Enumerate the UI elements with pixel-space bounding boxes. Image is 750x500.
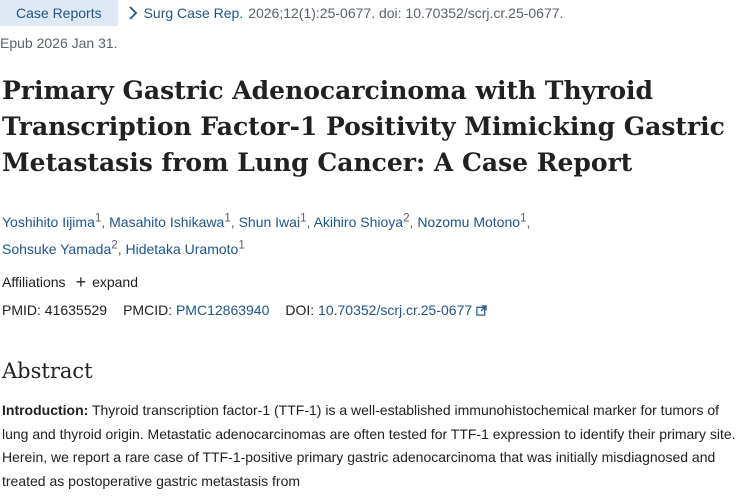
author-list: Yoshihito Iijima1, Masahito Ishikawa1, S…: [2, 206, 742, 261]
abstract-introduction: Introduction: Thyroid transcription fact…: [2, 399, 740, 493]
chevron-right-icon[interactable]: [128, 6, 138, 20]
affiliation-marker[interactable]: 1: [238, 239, 244, 252]
journal-link[interactable]: Surg Case Rep.: [144, 0, 244, 26]
affiliations-label: Affiliations: [2, 274, 66, 290]
author-link[interactable]: Akihiro Shioya: [314, 214, 404, 230]
author-item: Masahito Ishikawa1,: [109, 211, 239, 230]
author-link[interactable]: Yoshihito Iijima: [2, 214, 95, 230]
author-link[interactable]: Nozomu Motono: [417, 214, 520, 230]
abstract-heading: Abstract: [2, 359, 93, 383]
introduction-text: Thyroid transcription factor-1 (TTF-1) i…: [2, 402, 736, 489]
epub-date: Epub 2026 Jan 31.: [0, 35, 118, 51]
author-link[interactable]: Masahito Ishikawa: [109, 214, 224, 230]
author-item: Sohsuke Yamada2,: [2, 238, 126, 258]
pmcid-label: PMCID:: [123, 302, 173, 318]
author-item: Hidetaka Uramoto1: [126, 239, 245, 258]
identifiers-row: PMID: 41635529 PMCID: PMC12863940 DOI: 1…: [2, 298, 487, 322]
citation-bar: Case Reports Surg Case Rep. 2026;12(1):2…: [0, 0, 563, 26]
doi-label: DOI:: [285, 302, 315, 318]
author-item: Nozomu Motono1,: [417, 211, 531, 230]
plus-icon: +: [75, 272, 87, 292]
introduction-label: Introduction:: [2, 402, 89, 418]
doi-link[interactable]: 10.70352/scrj.cr.25-0677: [318, 298, 472, 322]
external-link-icon[interactable]: [476, 304, 487, 316]
pmid-label: PMID:: [2, 302, 41, 318]
pmcid-link[interactable]: PMC12863940: [176, 298, 269, 322]
author-item: Yoshihito Iijima1,: [2, 211, 110, 230]
author-item: Akihiro Shioya2,: [313, 211, 418, 230]
author-item: Shun Iwai1,: [238, 211, 314, 230]
citation: Surg Case Rep. 2026;12(1):25-0677. doi: …: [128, 0, 564, 26]
author-link[interactable]: Shun Iwai: [239, 214, 300, 230]
affiliations-row: Affiliations + expand: [2, 270, 138, 294]
author-link[interactable]: Sohsuke Yamada: [2, 241, 111, 257]
pmid-value: 41635529: [44, 302, 108, 318]
article-page: Case Reports Surg Case Rep. 2026;12(1):2…: [0, 0, 750, 500]
expand-affiliations-button[interactable]: + expand: [76, 270, 138, 294]
article-title: Primary Gastric Adenocarcinoma with Thyr…: [2, 76, 725, 177]
citation-details: 2026;12(1):25-0677. doi: 10.70352/scrj.c…: [248, 5, 564, 21]
expand-label: expand: [92, 274, 139, 290]
publication-type-badge[interactable]: Case Reports: [0, 0, 118, 26]
author-link[interactable]: Hidetaka Uramoto: [126, 241, 239, 257]
